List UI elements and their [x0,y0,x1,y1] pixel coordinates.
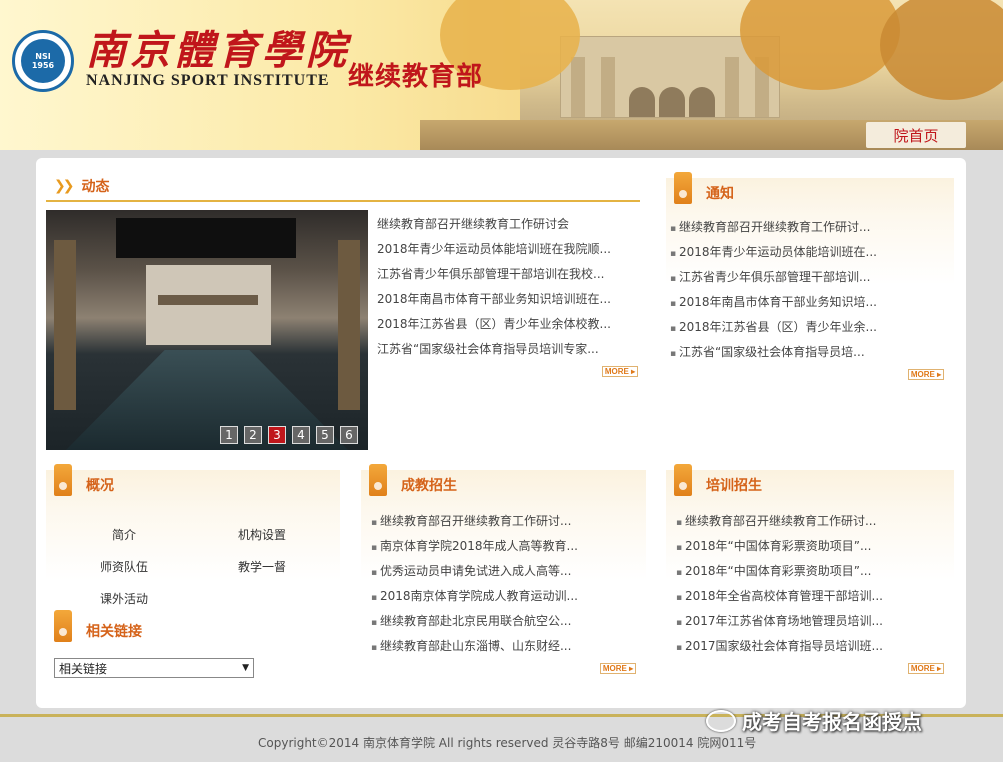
dynamics-header: ❯❯ 动态 [46,172,640,202]
dynamics-news-item[interactable]: 江苏省青少年俱乐部管理干部培训在我校... [377,262,639,287]
dynamics-news-item[interactable]: 江苏省“国家级社会体育指导员培训专家... [377,337,639,362]
slideshow-pager: 123456 [220,426,358,444]
adult-enroll-item[interactable]: 南京体育学院2018年成人高等教育... [371,534,578,559]
school-seal-logo[interactable]: NSI 1956 [12,30,74,92]
notice-more-button[interactable]: MORE ▸ [908,369,944,380]
adult-enroll-item[interactable]: 继续教育部召开继续教育工作研讨... [371,509,578,534]
adult-enroll-item[interactable]: 继续教育部赴北京民用联合航空公... [371,609,578,634]
main-panel: ❯❯ 动态 123456 继续教育部召开继续教育工作研讨会 2018年青少年运动员… [36,158,966,708]
site-header: NSI 1956 南京體育學院 NANJING SPORT INSTITUTE … [0,0,1003,150]
dynamics-news-item[interactable]: 2018年江苏省县（区）青少年业余体校教... [377,312,639,337]
dynamics-news-item[interactable]: 继续教育部召开继续教育工作研讨会 [377,212,639,237]
school-name-en: NANJING SPORT INSTITUTE [86,72,330,89]
adult-enroll-more-button[interactable]: MORE ▸ [600,663,636,674]
notice-item[interactable]: 2018年青少年运动员体能培训班在... [670,240,877,265]
training-enroll-item[interactable]: 2017年江苏省体育场地管理员培训... [676,609,883,634]
dynamics-news-item[interactable]: 2018年南昌市体育干部业务知识培训班在... [377,287,639,312]
notice-item[interactable]: 2018年南昌市体育干部业务知识培... [670,290,877,315]
overview-box: 概况 简介 机构设置 师资队伍 教学一督 课外活动 相关链接 相关链接 ▼ [46,464,340,690]
tag-icon [54,610,72,642]
adult-enroll-title: 成教招生 [401,478,457,494]
overview-title: 概况 [86,478,114,494]
dynamics-title: 动态 [81,179,110,195]
dynamics-news-item[interactable]: 2018年青少年运动员体能培训班在我院顺... [377,237,639,262]
overview-link-teaching[interactable]: 教学一督 [238,558,286,575]
slideshow-page-button[interactable]: 3 [268,426,286,444]
training-enroll-more-button[interactable]: MORE ▸ [908,663,944,674]
dynamics-more-button[interactable]: MORE ▸ [602,366,638,377]
tag-icon [54,464,72,496]
notice-item[interactable]: 继续教育部召开继续教育工作研讨... [670,215,877,240]
slideshow-page-button[interactable]: 2 [244,426,262,444]
notice-box: 通知 继续教育部召开继续教育工作研讨...2018年青少年运动员体能培训班在..… [666,172,954,392]
training-enroll-box: 培训招生 继续教育部召开继续教育工作研讨...2018年“中国体育彩票资助项目”… [666,464,954,690]
slideshow-page-button[interactable]: 6 [340,426,358,444]
overview-link-org[interactable]: 机构设置 [238,526,286,543]
notice-title: 通知 [706,186,734,202]
training-enroll-title: 培训招生 [706,478,762,494]
related-links-title: 相关链接 [86,624,142,640]
overview-link-faculty[interactable]: 师资队伍 [100,558,148,575]
slideshow-page-button[interactable]: 5 [316,426,334,444]
slideshow-page-button[interactable]: 4 [292,426,310,444]
seal-year: 1956 [31,61,55,70]
training-enroll-item[interactable]: 2018年全省高校体育管理干部培训... [676,584,883,609]
department-title: 继续教育部 [348,62,484,92]
dropdown-arrow-icon: ▼ [242,663,249,673]
related-links-select[interactable]: 相关链接 ▼ [54,658,254,678]
adult-enroll-item[interactable]: 优秀运动员申请免试进入成人高等... [371,559,578,584]
training-enroll-list: 继续教育部召开继续教育工作研讨...2018年“中国体育彩票资助项目”...20… [676,509,883,659]
training-enroll-item[interactable]: 2018年“中国体育彩票资助项目”... [676,534,883,559]
tag-icon [674,172,692,204]
adult-enroll-item[interactable]: 继续教育部赴山东淄博、山东财经... [371,634,578,659]
notice-item[interactable]: 2018年江苏省县（区）青少年业余... [670,315,877,340]
slideshow-page-button[interactable]: 1 [220,426,238,444]
home-page-link[interactable]: 院首页 [866,122,966,148]
notice-item[interactable]: 江苏省青少年俱乐部管理干部培训... [670,265,877,290]
adult-enroll-box: 成教招生 继续教育部召开继续教育工作研讨...南京体育学院2018年成人高等教育… [361,464,646,690]
notice-list: 继续教育部召开继续教育工作研讨...2018年青少年运动员体能培训班在...江苏… [670,215,877,365]
tag-icon [369,464,387,496]
watermark-text: 成考自考报名函授点 [742,710,922,734]
wechat-icon [706,709,736,732]
dynamics-news-list: 继续教育部召开继续教育工作研讨会 2018年青少年运动员体能培训班在我院顺... 江… [377,212,639,362]
training-enroll-item[interactable]: 2017国家级社会体育指导员培训班... [676,634,883,659]
training-enroll-item[interactable]: 继续教育部召开继续教育工作研讨... [676,509,883,534]
school-name-cn: 南京體育學院 [86,27,350,74]
news-slideshow[interactable]: 123456 [46,210,368,450]
watermark: 成考自考报名函授点 [706,706,922,735]
seal-text: NSI [35,52,51,61]
overview-link-intro[interactable]: 简介 [112,526,136,543]
tag-icon [674,464,692,496]
adult-enroll-list: 继续教育部召开继续教育工作研讨...南京体育学院2018年成人高等教育...优秀… [371,509,578,659]
footer-copyright: Copyright©2014 南京体育学院 All rights reserve… [258,736,757,750]
double-arrow-icon: ❯❯ [54,178,75,194]
notice-item[interactable]: 江苏省“国家级社会体育指导员培... [670,340,877,365]
select-value: 相关链接 [59,661,108,676]
training-enroll-item[interactable]: 2018年“中国体育彩票资助项目”... [676,559,883,584]
related-links-header: 相关链接 [46,610,340,646]
adult-enroll-item[interactable]: 2018南京体育学院成人教育运动训... [371,584,578,609]
overview-link-activities[interactable]: 课外活动 [100,590,148,607]
